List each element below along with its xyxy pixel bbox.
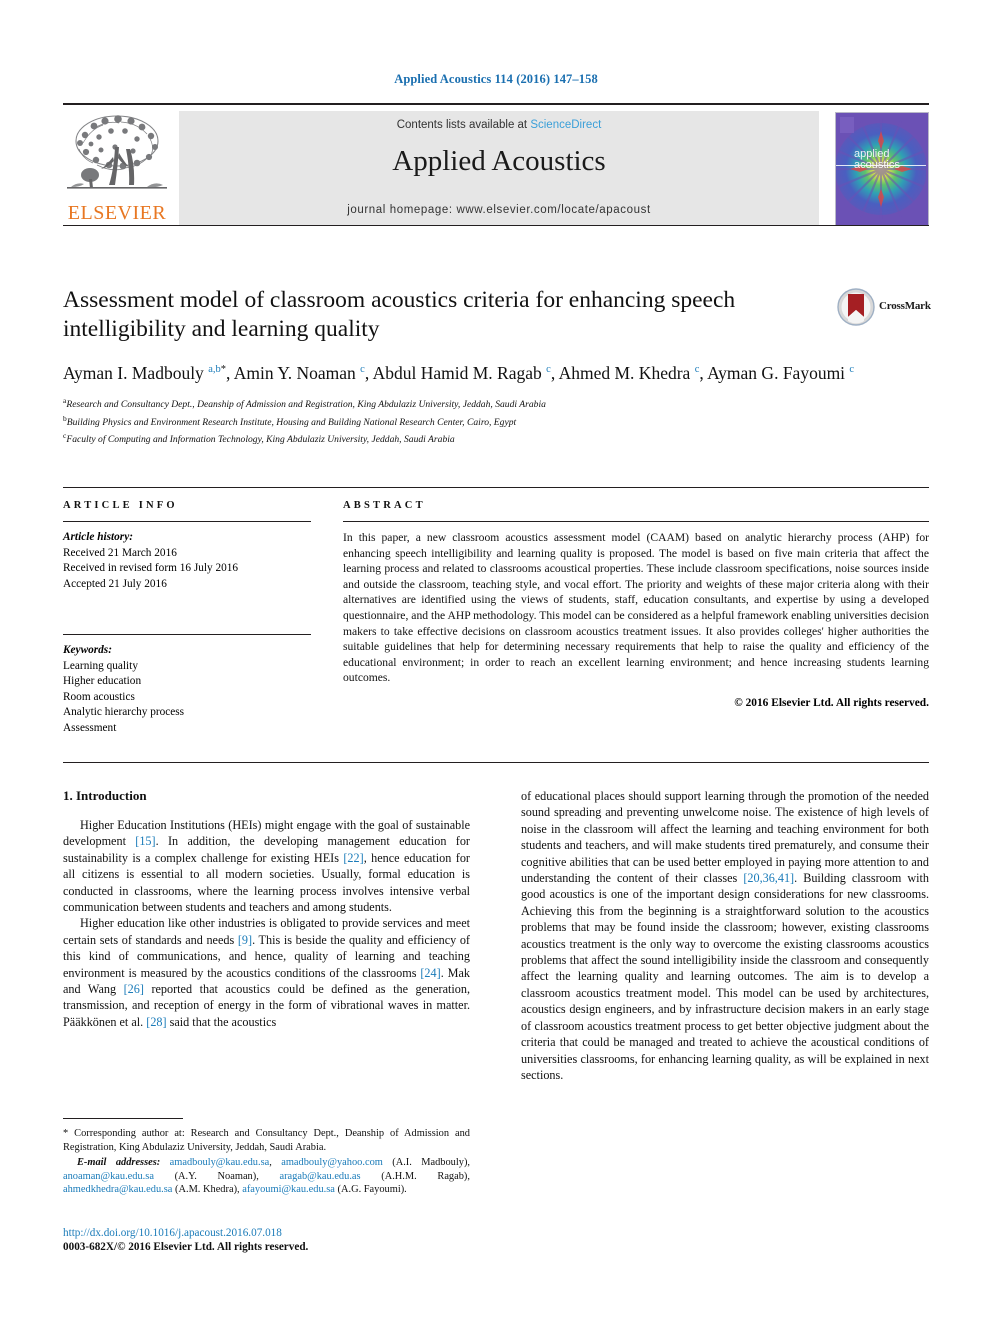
issn-copyright-line: 0003-682X/© 2016 Elsevier Ltd. All right… [63, 1241, 309, 1253]
keywords-rule [63, 634, 311, 635]
keyword-item: Higher education [63, 675, 142, 687]
crossmark-icon [837, 288, 875, 326]
corresponding-author-note: * Corresponding author at: Research and … [63, 1128, 470, 1153]
body-paragraph: Higher education like other industries i… [63, 916, 471, 1029]
abstract-heading: ABSTRACT [343, 500, 426, 511]
masthead-top-rule [63, 103, 929, 105]
article-info-heading: ARTICLE INFO [63, 500, 178, 511]
cover-artwork: applied acoustics [836, 113, 926, 223]
journal-masthead: ELSEVIER Contents lists available at Sci… [63, 103, 929, 226]
affiliation-text: Building Physics and Environment Researc… [66, 416, 517, 428]
page-title: Assessment model of classroom acoustics … [63, 287, 736, 342]
contents-available-line: Contents lists available at ScienceDirec… [179, 119, 819, 131]
affiliation-text: Research and Consultancy Dept., Deanship… [66, 399, 546, 411]
sciencedirect-link[interactable]: ScienceDirect [530, 119, 601, 131]
keyword-item: Room acoustics [63, 690, 135, 703]
title-block: Assessment model of classroom acoustics … [63, 286, 931, 447]
affiliation-list: aResearch and Consultancy Dept., Deanshi… [63, 394, 883, 447]
keywords-block: Keywords: Learning quality Higher educat… [63, 634, 311, 736]
author-list: Ayman I. Madbouly a,b*, Amin Y. Noaman c… [63, 362, 855, 383]
contents-box: Contents lists available at ScienceDirec… [179, 111, 819, 225]
footnote-rule [63, 1118, 183, 1119]
doi-link[interactable]: http://dx.doi.org/10.1016/j.apacoust.201… [63, 1226, 483, 1240]
article-info-column: ARTICLE INFO Article history: Received 2… [63, 500, 311, 736]
keyword-item: Learning quality [63, 659, 138, 672]
affiliation-item: cFaculty of Computing and Information Te… [63, 429, 883, 447]
article-info-rule [63, 521, 311, 522]
keyword-item: Analytic hierarchy process [63, 706, 185, 718]
keywords-label: Keywords: [63, 644, 112, 656]
body-column-left: 1. Introduction Higher Education Institu… [63, 788, 470, 1030]
masthead-bottom-rule [63, 225, 929, 226]
keyword-item: Assessment [63, 721, 117, 734]
affiliation-item: aResearch and Consultancy Dept., Deanshi… [63, 394, 883, 412]
article-history-item: Received in revised form 16 July 2016 [63, 562, 239, 574]
crossmark-label: CrossMark [879, 300, 931, 312]
abstract-column: ABSTRACT In this paper, a new classroom … [343, 500, 929, 709]
running-head: Applied Acoustics 114 (2016) 147–158 [394, 72, 598, 86]
paper-page: Applied Acoustics 114 (2016) 147–158 ELS… [0, 0, 992, 1323]
article-history-label: Article history: [63, 531, 133, 543]
affiliation-item: bBuilding Physics and Environment Resear… [63, 412, 883, 430]
article-history-item: Received 21 March 2016 [63, 546, 177, 559]
email-addresses-note: E-mail addresses: amadbouly@kau.edu.sa, … [63, 1157, 470, 1196]
article-history-item: Accepted 21 July 2016 [63, 577, 167, 590]
abstract-rule [343, 521, 929, 522]
doi-block: http://dx.doi.org/10.1016/j.apacoust.201… [63, 1226, 483, 1254]
body-column-right: of educational places should support lea… [521, 788, 929, 1083]
info-bottom-rule [63, 762, 929, 763]
elsevier-wordmark: ELSEVIER [67, 202, 167, 224]
journal-homepage[interactable]: journal homepage: www.elsevier.com/locat… [179, 204, 819, 216]
info-top-rule [63, 487, 929, 488]
elsevier-logo: ELSEVIER [63, 113, 171, 225]
elsevier-tree-icon [67, 115, 167, 189]
crossmark-badge-group[interactable]: CrossMark [837, 288, 931, 328]
contents-prefix: Contents lists available at [396, 119, 531, 131]
abstract-text: In this paper, a new classroom acoustics… [343, 531, 929, 685]
journal-title: Applied Acoustics [392, 145, 606, 177]
affiliation-text: Faculty of Computing and Information Tec… [66, 434, 455, 446]
body-paragraph: Higher Education Institutions (HEIs) mig… [63, 818, 470, 915]
footnote-block: * Corresponding author at: Research and … [63, 1118, 470, 1197]
svg-text:acoustics: acoustics [854, 159, 900, 171]
abstract-copyright: © 2016 Elsevier Ltd. All rights reserved… [734, 696, 929, 709]
journal-cover-thumbnail: applied acoustics [835, 112, 929, 226]
section-heading-introduction: 1. Introduction [63, 788, 147, 803]
body-paragraph: of educational places should support lea… [521, 789, 929, 1082]
